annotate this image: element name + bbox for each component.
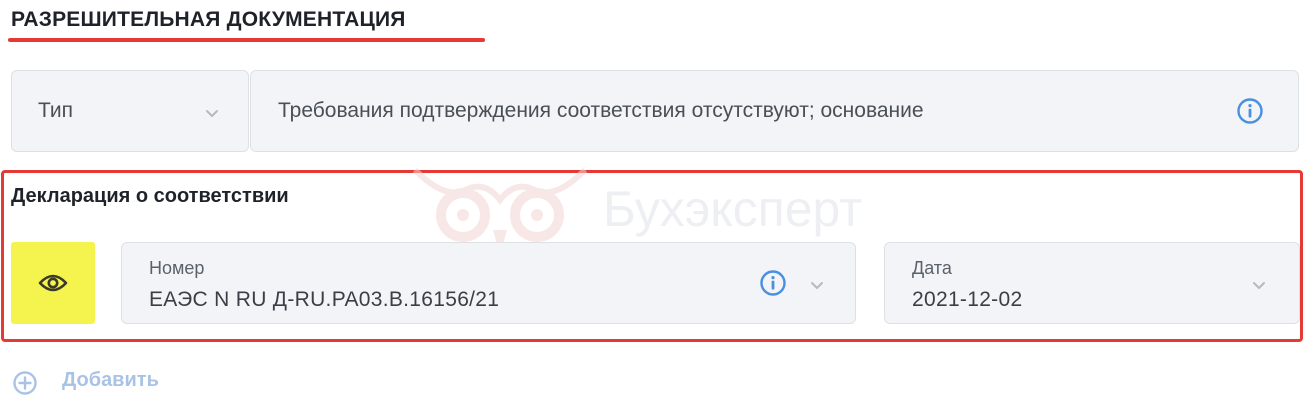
add-label: Добавить xyxy=(62,369,159,391)
chevron-down-icon[interactable] xyxy=(1251,277,1267,293)
type-select[interactable]: Тип xyxy=(11,70,249,152)
type-select-label: Тип xyxy=(38,99,74,122)
section-title: РАЗРЕШИТЕЛЬНАЯ ДОКУМЕНТАЦИЯ xyxy=(11,8,406,31)
number-label: Номер xyxy=(149,258,205,278)
eye-icon xyxy=(38,274,68,292)
date-value: 2021-12-02 xyxy=(912,288,1023,311)
type-value-field[interactable]: Требования подтверждения соответствия от… xyxy=(250,70,1299,152)
date-field[interactable]: Дата 2021-12-02 xyxy=(884,242,1300,324)
view-document-button[interactable] xyxy=(11,242,95,324)
chevron-down-icon[interactable] xyxy=(809,277,825,293)
section-title-underline xyxy=(8,38,485,42)
number-field[interactable]: Номер ЕАЭС N RU Д-RU.PA03.B.16156/21 xyxy=(121,242,856,324)
info-icon[interactable] xyxy=(1236,97,1264,125)
type-value-text: Требования подтверждения соответствия от… xyxy=(278,99,924,122)
number-value: ЕАЭС N RU Д-RU.PA03.B.16156/21 xyxy=(149,288,500,311)
chevron-down-icon xyxy=(206,110,218,117)
info-icon[interactable] xyxy=(759,269,787,297)
date-label: Дата xyxy=(912,258,952,278)
plus-circle-icon xyxy=(13,371,37,395)
declaration-title: Декларация о соответствии xyxy=(11,185,289,207)
